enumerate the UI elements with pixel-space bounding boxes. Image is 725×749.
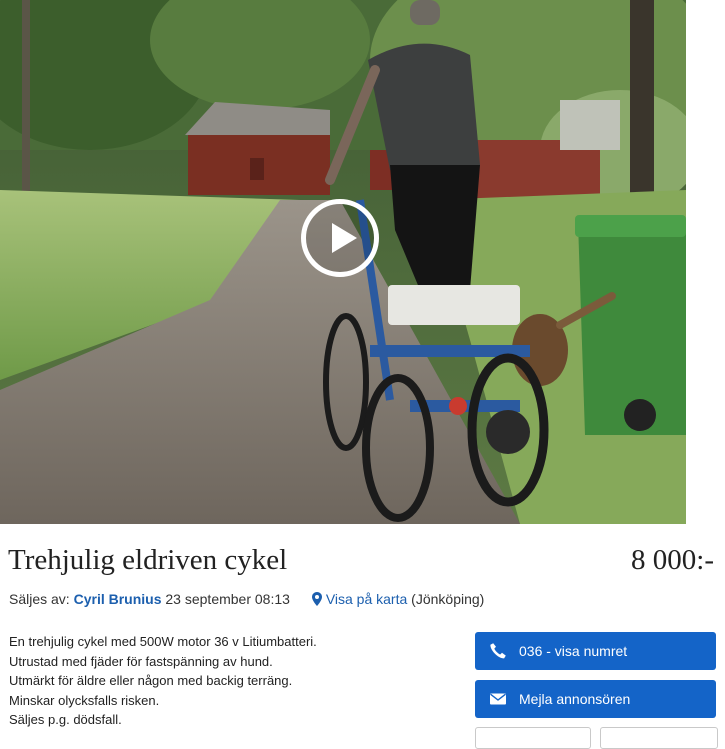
- listing-description: En trehjulig cykel med 500W motor 36 v L…: [9, 632, 317, 730]
- description-line: Säljes p.g. dödsfall.: [9, 712, 122, 727]
- description-line: Utrustad med fjäder för fastspänning av …: [9, 653, 273, 669]
- map-pin-icon: [311, 592, 322, 606]
- listing-price: 8 000:-: [631, 544, 714, 576]
- play-button[interactable]: [301, 199, 379, 277]
- listing-video[interactable]: [0, 0, 686, 524]
- show-phone-label: 036 - visa numret: [519, 643, 628, 659]
- map-link[interactable]: Visa på karta: [326, 591, 407, 607]
- show-phone-button[interactable]: 036 - visa numret: [475, 632, 716, 670]
- secondary-action-button[interactable]: [600, 727, 718, 749]
- location-text: (Jönköping): [411, 591, 485, 607]
- secondary-action-button[interactable]: [475, 727, 591, 749]
- seller-link[interactable]: Cyril Brunius: [74, 591, 162, 607]
- play-icon: [332, 223, 357, 253]
- email-seller-label: Mejla annonsören: [519, 691, 631, 707]
- description-line: Minskar olycksfalls risken.: [9, 692, 160, 708]
- listing-date: 23 september 08:13: [165, 591, 290, 607]
- listing-title: Trehjulig eldriven cykel: [8, 544, 288, 576]
- description-line: En trehjulig cykel med 500W motor 36 v L…: [9, 634, 317, 649]
- envelope-icon: [490, 693, 506, 705]
- email-seller-button[interactable]: Mejla annonsören: [475, 680, 716, 718]
- phone-icon: [490, 643, 506, 659]
- description-line: Utmärkt för äldre eller någon med backig…: [9, 673, 293, 688]
- sold-by-label: Säljes av:: [9, 591, 70, 607]
- listing-meta: Säljes av: Cyril Brunius 23 september 08…: [9, 591, 484, 607]
